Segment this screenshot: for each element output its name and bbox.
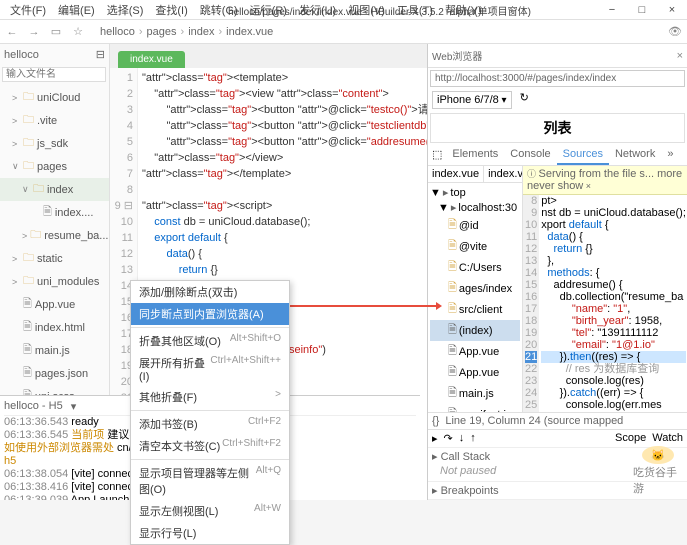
- tree-item[interactable]: 🗎index.html: [0, 316, 109, 339]
- source-tree-item[interactable]: 🗎manifest.j: [430, 404, 520, 412]
- terminal-dropdown-icon[interactable]: ▾: [71, 400, 77, 413]
- layout-icon[interactable]: ▭: [48, 24, 64, 40]
- context-menu: 添加/删除断点(双击)同步断点到内置浏览器(A) 折叠其他区域(O)Alt+Shi…: [130, 280, 290, 545]
- url-bar[interactable]: http://localhost:3000/#/pages/index/inde…: [430, 70, 685, 87]
- star-icon[interactable]: ☆: [70, 24, 86, 40]
- source-info-banner: ⓘ Serving from the file s... more never …: [523, 166, 687, 195]
- inspect-icon[interactable]: ⬚: [428, 145, 446, 165]
- tree-item[interactable]: 🗎pages.json: [0, 362, 109, 385]
- menu-select[interactable]: 选择(S): [101, 2, 150, 18]
- menu-find[interactable]: 查找(I): [149, 2, 193, 18]
- devtools-title: Web浏览器: [432, 48, 482, 63]
- window-title: helloco/pages/index/index.vue - HBuilder…: [222, 3, 537, 18]
- tree-item[interactable]: >🗀uniCloud: [0, 86, 109, 109]
- context-menu-item[interactable]: 添加/删除断点(双击): [131, 281, 289, 303]
- file-tab-1[interactable]: index.vue: [428, 166, 484, 182]
- crumb-file[interactable]: index.vue: [226, 26, 273, 38]
- context-menu-item[interactable]: 添加书签(B)Ctrl+F2: [131, 413, 289, 435]
- tree-item[interactable]: ∨🗀index: [0, 178, 109, 201]
- preview-icon[interactable]: 👁: [667, 24, 683, 40]
- tree-item[interactable]: >🗀static: [0, 247, 109, 270]
- tree-item[interactable]: >🗀.vite: [0, 109, 109, 132]
- source-tree-item[interactable]: 🗎App.vue: [430, 362, 520, 383]
- forward-icon[interactable]: →: [26, 24, 42, 40]
- source-tree-item[interactable]: ▼▸top: [430, 185, 520, 200]
- source-viewer: ⓘ Serving from the file s... more never …: [523, 166, 687, 412]
- tree-item[interactable]: >🗀resume_ba...: [0, 224, 109, 247]
- source-tree-item[interactable]: 🗎(index): [430, 320, 520, 341]
- preview-pane: 列表: [430, 113, 685, 143]
- context-menu-item[interactable]: 折叠其他区域(O)Alt+Shift+O: [131, 330, 289, 352]
- context-menu-item[interactable]: 显示行号(L): [131, 522, 289, 544]
- source-status-bar: {} Line 19, Column 24 (source mapped: [428, 412, 687, 429]
- breadcrumb[interactable]: helloco› pages› index› index.vue: [100, 26, 273, 38]
- tab-more-icon[interactable]: »: [661, 145, 679, 165]
- tree-item[interactable]: 🗎index....: [0, 201, 109, 224]
- editor-tab[interactable]: index.vue: [118, 51, 185, 68]
- menu-file[interactable]: 文件(F): [4, 2, 52, 18]
- close-button[interactable]: ×: [657, 0, 687, 20]
- tree-item[interactable]: >🗀js_sdk: [0, 132, 109, 155]
- step-over-icon[interactable]: ↷: [444, 432, 453, 445]
- source-tree-item[interactable]: 🗎@vite: [430, 236, 520, 257]
- sources-file-tree: index.vue index.vue ▼▸top▼▸localhost:30🗎…: [428, 166, 523, 412]
- context-menu-item[interactable]: 清空本文书签(C)Ctrl+Shift+F2: [131, 435, 289, 457]
- minimize-button[interactable]: −: [597, 0, 627, 20]
- watch-tab[interactable]: Watch: [652, 432, 683, 445]
- step-into-icon[interactable]: ↓: [459, 432, 465, 445]
- tree-item[interactable]: 🗎main.js: [0, 339, 109, 362]
- resume-icon[interactable]: ▸: [432, 432, 438, 445]
- file-tab-2[interactable]: index.vue: [484, 166, 523, 182]
- file-filter-input[interactable]: [2, 67, 106, 82]
- device-selector[interactable]: iPhone 6/7/8 ▾: [432, 91, 512, 109]
- crumb-index[interactable]: index: [188, 26, 214, 38]
- devtools-panel: Web浏览器 × http://localhost:3000/#/pages/i…: [427, 44, 687, 500]
- tree-item[interactable]: ∨🗀pages: [0, 155, 109, 178]
- annotation-arrow: [290, 305, 440, 307]
- pretty-print-icon[interactable]: {}: [432, 415, 439, 427]
- refresh-icon[interactable]: ↻: [518, 89, 531, 111]
- devtools-close-icon[interactable]: ×: [677, 50, 683, 62]
- source-tree-item[interactable]: 🗎@id: [430, 215, 520, 236]
- tab-elements[interactable]: Elements: [446, 145, 504, 165]
- crumb-pages[interactable]: pages: [147, 26, 177, 38]
- project-name[interactable]: helloco: [4, 49, 39, 61]
- source-tree-item[interactable]: 🗎main.js: [430, 383, 520, 404]
- context-menu-item[interactable]: 显示项目管理器等左侧图(O)Alt+Q: [131, 462, 289, 500]
- tree-item[interactable]: >🗀uni_modules: [0, 270, 109, 293]
- tab-sources[interactable]: Sources: [557, 145, 609, 165]
- tree-item[interactable]: 🗎App.vue: [0, 293, 109, 316]
- context-menu-item[interactable]: 同步断点到内置浏览器(A): [131, 303, 289, 325]
- maximize-button[interactable]: □: [627, 0, 657, 20]
- tab-network[interactable]: Network: [609, 145, 661, 165]
- toolbar: ← → ▭ ☆ helloco› pages› index› index.vue…: [0, 20, 687, 44]
- collapse-icon[interactable]: ⊟: [96, 48, 105, 61]
- back-icon[interactable]: ←: [4, 24, 20, 40]
- menu-edit[interactable]: 编辑(E): [52, 2, 101, 18]
- terminal-tab[interactable]: helloco - H5: [4, 400, 63, 413]
- context-menu-item[interactable]: 其他折叠(F)>: [131, 386, 289, 408]
- scope-tab[interactable]: Scope: [615, 432, 646, 445]
- source-tree-item[interactable]: 🗎ages/index: [430, 278, 520, 299]
- tab-console[interactable]: Console: [504, 145, 556, 165]
- source-tree-item[interactable]: 🗎App.vue: [430, 341, 520, 362]
- source-tree-item[interactable]: ▼▸localhost:30: [430, 200, 520, 215]
- source-tree-item[interactable]: 🗎C:/Users: [430, 257, 520, 278]
- crumb-project[interactable]: helloco: [100, 26, 135, 38]
- context-menu-item[interactable]: 显示左侧视图(L)Alt+W: [131, 500, 289, 522]
- step-out-icon[interactable]: ↑: [470, 432, 476, 445]
- watermark-badge: 🐱 吃货谷手游: [633, 446, 683, 496]
- context-menu-item[interactable]: 展开所有折叠(I)Ctrl+Alt+Shift++: [131, 352, 289, 386]
- menu-bar: 文件(F) 编辑(E) 选择(S) 查找(I) 跳转(G) 运行(R) 发行(U…: [0, 0, 687, 20]
